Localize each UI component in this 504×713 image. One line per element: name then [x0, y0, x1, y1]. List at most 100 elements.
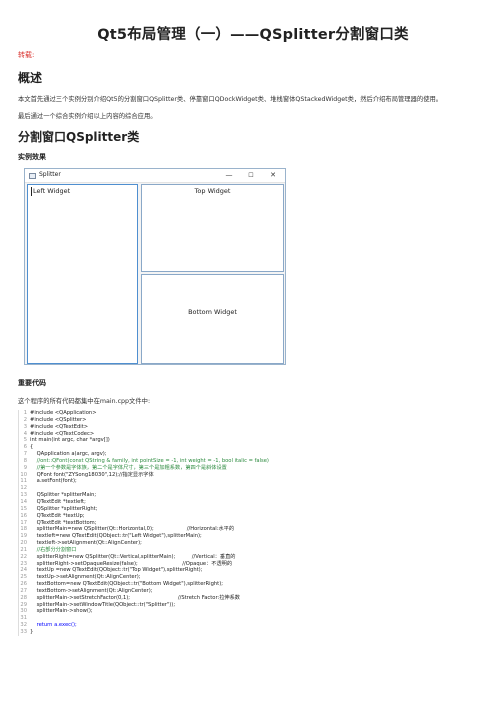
code-line: 11 a.setFont(font); — [18, 478, 269, 485]
line-number: 3 — [23, 423, 27, 430]
code-line: 12 — [18, 485, 269, 492]
code-text: #include <QTextEdit> — [30, 423, 89, 430]
line-number: 23 — [20, 560, 27, 567]
code-line: 28 splitterMain->setStretchFactor(0,1); … — [18, 595, 269, 602]
line-number: 22 — [20, 553, 27, 560]
code-line: 9 //第一个参数是字体族，第二个是字体尺寸，第三个是加粗系数，第四个是斜体设置 — [18, 465, 269, 472]
line-number: 2 — [23, 416, 27, 423]
code-line: 13 QSplitter *splitterMain; — [18, 492, 269, 499]
line-number: 28 — [20, 594, 27, 601]
code-text: QApplication a(argc, argv); — [30, 451, 107, 458]
line-number: 5 — [23, 437, 27, 444]
line-number: 4 — [23, 430, 27, 437]
line-number: 8 — [23, 457, 27, 464]
code-text: return a.exec(); — [30, 622, 77, 629]
code-text: #include <QApplication> — [30, 410, 97, 416]
code-line: 25 textUp->setAlignment(Qt::AlignCenter)… — [18, 574, 269, 581]
line-number: 10 — [20, 471, 27, 478]
code-line: 32 return a.exec(); — [18, 622, 269, 629]
code-line: 21 //右部分分割窗口 — [18, 547, 269, 554]
minimize-icon[interactable]: — — [222, 170, 236, 181]
line-number: 27 — [20, 587, 27, 594]
line-number: 9 — [23, 464, 27, 471]
code-line: 14 QTextEdit *textleft; — [18, 499, 269, 506]
overview-paragraph-1: 本文首先通过三个实例分别介绍Qt5的分割窗口QSplitter类、停靠窗口QDo… — [18, 96, 443, 103]
window-titlebar: Splitter — ☐ ✕ — [25, 169, 285, 183]
code-text: textUp->setAlignment(Qt::AlignCenter); — [30, 574, 141, 581]
code-text: textBottom=new QTextEdit(QObject::tr("Bo… — [30, 581, 223, 588]
bottom-widget-label: Bottom Widget — [188, 308, 237, 316]
left-widget-label: Left Widget — [33, 187, 71, 195]
line-number: 18 — [20, 526, 27, 533]
line-number: 33 — [20, 629, 27, 635]
line-number: 25 — [20, 574, 27, 581]
code-text: } — [30, 629, 34, 635]
code-text: splitterMain->setStretchFactor(0,1); //S… — [30, 594, 240, 601]
code-text: int main(int argc, char *argv[]) — [30, 437, 110, 444]
repost-label[interactable]: 转载: — [18, 50, 34, 60]
code-line: 15 QSplitter *splitterRight; — [18, 506, 269, 513]
code-text: //右部分分割窗口 — [30, 546, 77, 553]
code-text: //ont::QFont(const QString & family, int… — [30, 457, 269, 464]
line-number: 16 — [20, 512, 27, 519]
code-line: 30 splitterMain->show(); — [18, 608, 269, 615]
code-intro-text: 这个程序的所有代码都集中在main.cpp文件中: — [18, 398, 151, 405]
code-text: splitterMain->setWindowTitle(QObject::tr… — [30, 601, 176, 608]
overview-paragraph-2: 最后通过一个综合实例介绍以上内容的综合应用。 — [18, 113, 157, 120]
code-line: 20 textleft->setAlignment(Qt::AlignCente… — [18, 540, 269, 547]
example-effect-heading: 实例效果 — [18, 153, 46, 161]
code-line: 6{ — [18, 444, 269, 451]
close-icon[interactable]: ✕ — [266, 170, 280, 181]
left-widget-textedit[interactable]: Left Widget — [27, 184, 138, 364]
bottom-widget-textedit[interactable]: Bottom Widget — [141, 274, 284, 364]
top-widget-textedit[interactable]: Top Widget — [141, 184, 284, 272]
code-text: textUp =new QTextEdit(QObject::tr("Top W… — [30, 567, 203, 574]
code-text: { — [30, 444, 34, 451]
line-number: 11 — [20, 478, 27, 485]
code-text: splitterMain=new QSplitter(Qt::Horizonta… — [30, 526, 235, 533]
code-text: #include <QSplitter> — [30, 416, 87, 423]
code-gutter-line — [18, 410, 19, 636]
code-line: 5 int main(int argc, char *argv[]) — [18, 437, 269, 444]
overview-heading: 概述 — [18, 71, 43, 85]
top-widget-label: Top Widget — [194, 187, 231, 195]
line-number: 32 — [20, 622, 27, 629]
window-title: Splitter — [39, 171, 61, 178]
code-text: QFont font("ZYSong18030",12);//指定显示字体 — [30, 471, 154, 478]
code-line: 26 textBottom=new QTextEdit(QObject::tr(… — [18, 581, 269, 588]
code-text: #include <QTextCodec> — [30, 430, 95, 437]
code-line: 33} — [18, 629, 269, 636]
line-number: 31 — [20, 615, 27, 622]
code-line: 10 QFont font("ZYSong18030",12);//指定显示字体 — [18, 472, 269, 479]
line-number: 1 — [23, 410, 27, 416]
window-app-icon — [29, 173, 36, 179]
code-text: splitterMain->show(); — [30, 608, 93, 615]
code-text: textleft=new QTextEdit(QObject::tr("Left… — [30, 533, 202, 540]
code-line: 1 #include <QApplication> — [18, 410, 269, 417]
line-number: 30 — [20, 608, 27, 615]
code-line: 16 QTextEdit *textUp; — [18, 513, 269, 520]
text-caret — [31, 187, 32, 196]
line-number: 12 — [20, 485, 27, 492]
code-text: a.setFont(font); — [30, 478, 77, 485]
code-text: QSplitter *splitterMain; — [30, 492, 97, 499]
line-number: 14 — [20, 498, 27, 505]
line-number: 7 — [23, 451, 27, 458]
line-number: 21 — [20, 546, 27, 553]
line-number: 6 — [23, 444, 27, 451]
code-text: QTextEdit *textleft; — [30, 498, 86, 505]
code-line: 27 textBottom->setAlignment(Qt::AlignCen… — [18, 588, 269, 595]
code-text: textleft->setAlignment(Qt::AlignCenter); — [30, 540, 142, 547]
maximize-icon[interactable]: ☐ — [244, 170, 258, 181]
code-text: QSplitter *splitterRight; — [30, 505, 98, 512]
important-code-heading: 重要代码 — [18, 379, 46, 387]
code-text: QTextEdit *textBottom; — [30, 519, 97, 526]
line-number: 17 — [20, 519, 27, 526]
code-line: 31 — [18, 615, 269, 622]
code-line: 8 //ont::QFont(const QString & family, i… — [18, 458, 269, 465]
page-title: Qt5布局管理（一）——QSplitter分割窗口类 — [97, 27, 409, 43]
code-line: 22 splitterRight=new QSplitter(Qt::Verti… — [18, 554, 269, 561]
code-line: 18 splitterMain=new QSplitter(Qt::Horizo… — [18, 526, 269, 533]
line-number: 19 — [20, 533, 27, 540]
code-line: 23 splitterRight->setOpaqueResize(false)… — [18, 561, 269, 568]
